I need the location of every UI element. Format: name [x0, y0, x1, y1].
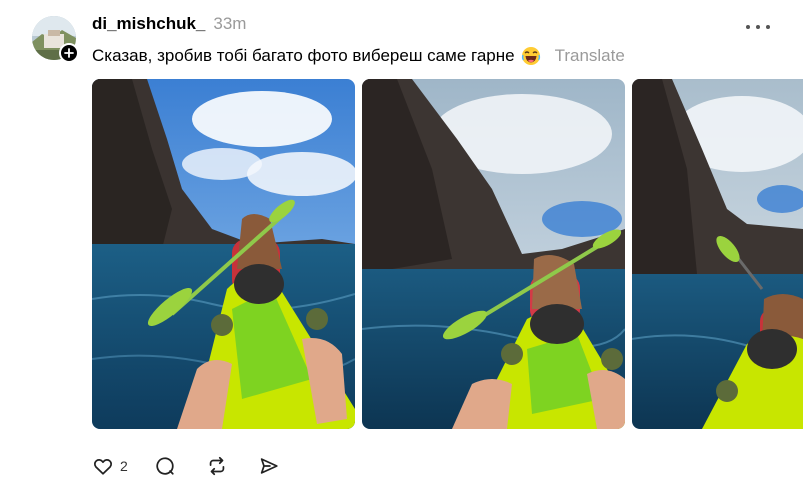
share-button[interactable] — [258, 454, 280, 478]
avatar-container[interactable] — [32, 16, 79, 63]
post-actions: 2 — [92, 454, 280, 478]
follow-plus-icon[interactable] — [59, 43, 79, 63]
comment-icon — [156, 457, 174, 475]
timestamp[interactable]: 33m — [213, 14, 246, 34]
caption-line: Сказав, зробив тобі багато фото вибереш … — [92, 44, 625, 68]
carousel-photo-2[interactable] — [362, 79, 625, 429]
photo-carousel[interactable] — [92, 79, 803, 429]
repost-icon — [209, 456, 225, 476]
username[interactable]: di_mishchuk_ — [92, 14, 205, 34]
post-caption: Сказав, зробив тобі багато фото вибереш … — [92, 46, 515, 65]
repost-button[interactable] — [206, 454, 228, 478]
carousel-photo-3[interactable] — [632, 79, 803, 429]
reply-button[interactable] — [154, 454, 176, 478]
more-options-icon[interactable] — [746, 17, 770, 37]
heart-icon — [93, 458, 113, 475]
post: di_mishchuk_ 33m Сказав, зробив тобі баг… — [0, 0, 803, 485]
send-icon — [260, 458, 278, 474]
laughing-emoji-icon — [521, 47, 540, 65]
carousel-photo-1[interactable] — [92, 79, 355, 429]
like-button[interactable]: 2 — [92, 454, 128, 478]
like-count: 2 — [120, 458, 128, 474]
translate-link[interactable]: Translate — [555, 46, 625, 66]
post-header: di_mishchuk_ 33m — [92, 14, 246, 38]
